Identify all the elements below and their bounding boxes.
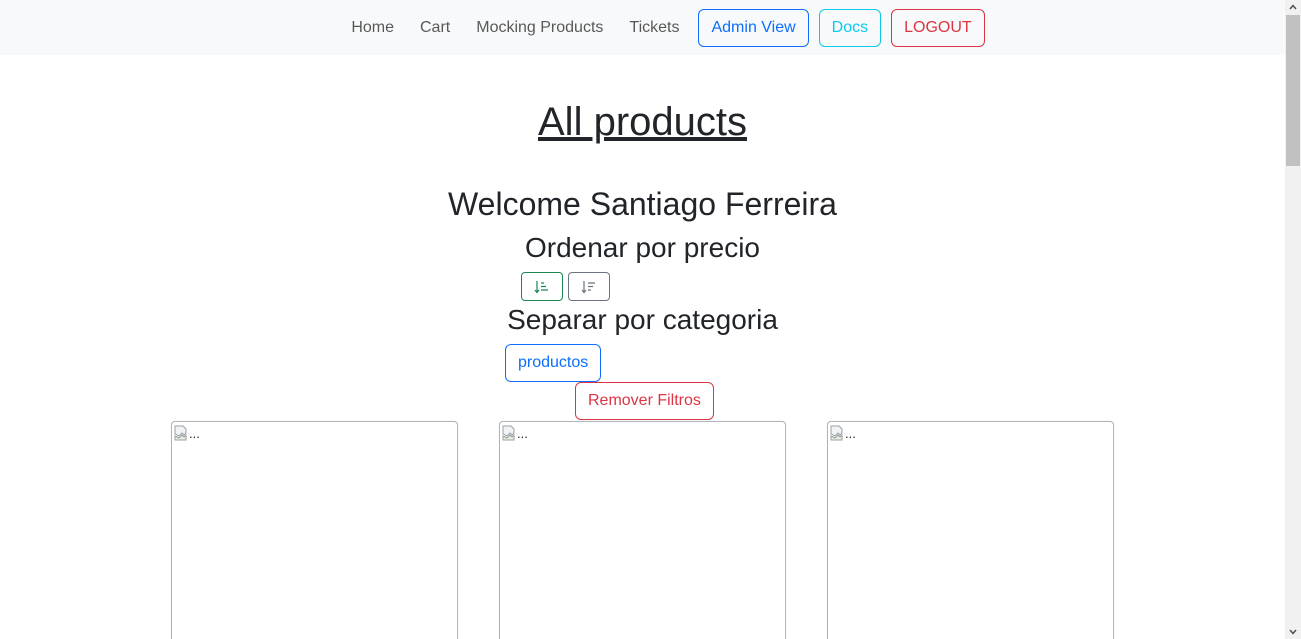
product-image-alt: ... (189, 425, 200, 441)
broken-image-icon (830, 425, 843, 441)
product-image: ... (174, 425, 200, 441)
sort-buttons (521, 272, 610, 301)
category-heading: Separar por categoria (507, 304, 778, 335)
main-content: All products Welcome Santiago Ferreira O… (0, 55, 1285, 639)
product-card[interactable]: ... (499, 421, 786, 639)
product-card[interactable]: ... (827, 421, 1114, 639)
sort-ascending-button[interactable] (521, 272, 563, 301)
product-image-alt: ... (517, 425, 528, 441)
sort-descending-button[interactable] (568, 272, 610, 301)
nav-link-home[interactable]: Home (351, 19, 394, 37)
order-by-price-heading: Ordenar por precio (524, 232, 760, 263)
category-productos-button[interactable]: productos (505, 344, 602, 382)
product-card[interactable]: ... (171, 421, 458, 639)
product-image: ... (830, 425, 856, 441)
docs-button[interactable]: Docs (818, 8, 882, 47)
logout-button[interactable]: LOGOUT (891, 8, 985, 47)
product-image: ... (502, 425, 528, 441)
product-image-alt: ... (845, 425, 856, 441)
page-title: All products (538, 100, 747, 144)
scroll-up-arrow-icon[interactable] (1285, 0, 1301, 14)
welcome-heading: Welcome Santiago Ferreira (448, 186, 837, 222)
sort-descending-icon (581, 280, 595, 293)
vertical-scrollbar[interactable] (1285, 0, 1301, 639)
broken-image-icon (502, 425, 515, 441)
nav-link-tickets[interactable]: Tickets (629, 19, 679, 37)
scrollbar-thumb[interactable] (1286, 15, 1300, 166)
scroll-down-arrow-icon[interactable] (1285, 625, 1301, 639)
nav-link-cart[interactable]: Cart (420, 19, 450, 37)
remove-filters-button[interactable]: Remover Filtros (575, 382, 714, 420)
sort-ascending-icon (534, 280, 548, 293)
nav-link-mocking-products[interactable]: Mocking Products (476, 19, 603, 37)
admin-view-button[interactable]: Admin View (698, 8, 809, 47)
broken-image-icon (174, 425, 187, 441)
navbar: Home Cart Mocking Products Tickets Admin… (0, 0, 1285, 55)
browser-viewport: Home Cart Mocking Products Tickets Admin… (0, 0, 1301, 639)
